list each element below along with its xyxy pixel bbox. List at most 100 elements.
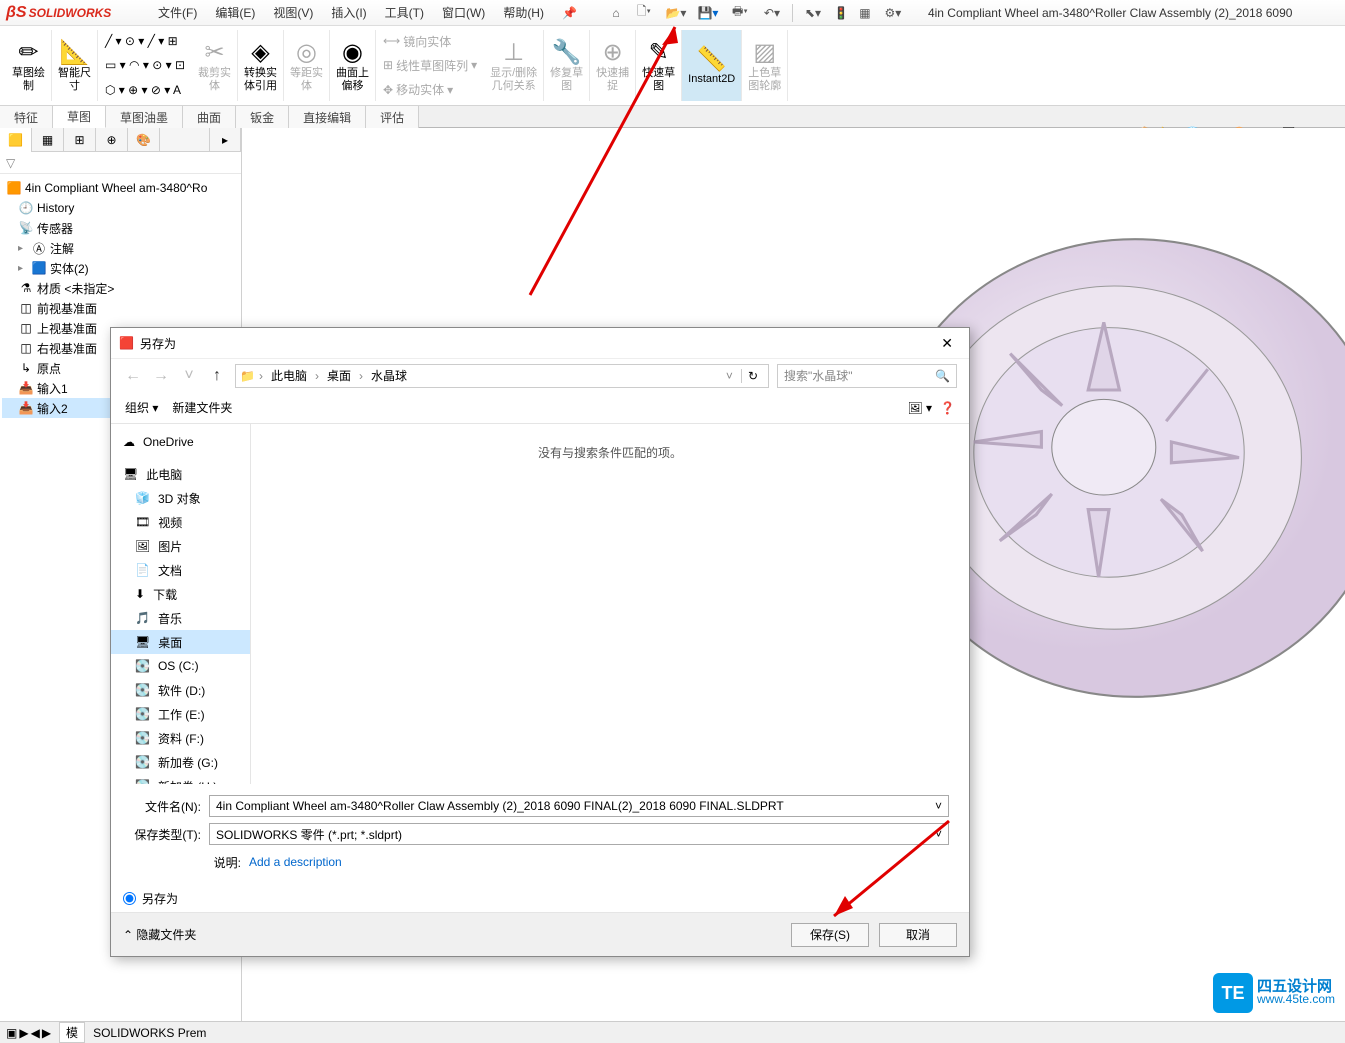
status-model[interactable]: 模 <box>59 1022 85 1043</box>
motion-icon[interactable]: ▶ <box>42 1026 51 1040</box>
folder-icon: 📁 <box>240 369 255 383</box>
crumb-pc[interactable]: 此电脑 <box>267 367 311 384</box>
view-mode-icon[interactable]: 🖼 ▾ <box>907 401 932 415</box>
undo-icon[interactable]: ↶▾ <box>757 2 787 24</box>
search-icon[interactable]: 🔍 <box>935 369 950 383</box>
menu-window[interactable]: 窗口(W) <box>434 1 493 24</box>
crumb-desktop[interactable]: 桌面 <box>323 367 355 384</box>
side-3d-objects[interactable]: 🧊3D 对象 <box>111 486 250 510</box>
new-doc-icon[interactable]: 🗋▾ <box>629 2 659 24</box>
convert-button[interactable]: ◈ 转换实 体引用 <box>238 30 284 101</box>
close-button[interactable]: ✕ <box>933 335 961 352</box>
side-data-f[interactable]: 💽资料 (F:) <box>111 726 250 750</box>
hide-folders-link[interactable]: ⌃ 隐藏文件夹 <box>123 926 196 943</box>
tab-evaluate[interactable]: 评估 <box>366 106 419 128</box>
feature-tree-tab-icon[interactable]: 🟨 <box>0 128 32 152</box>
smart-dim-button[interactable]: 📐 智能尺 寸 <box>52 30 98 101</box>
save-icon[interactable]: 💾▾ <box>693 2 723 24</box>
plane-icon: ◫ <box>18 321 34 335</box>
motion-icon[interactable]: ▣ <box>6 1026 17 1040</box>
saveas-radio[interactable] <box>123 892 136 905</box>
filter-bar[interactable]: ▽ <box>0 152 241 174</box>
breadcrumb[interactable]: 📁 › 此电脑 › 桌面 › 水晶球 ˅ ↻ <box>235 364 769 388</box>
tab-ink[interactable]: 草图油墨 <box>106 106 183 128</box>
description-link[interactable]: Add a description <box>249 855 342 869</box>
crumb-dropdown-icon[interactable]: ˅ <box>726 369 733 383</box>
tab-sketch[interactable]: 草图 <box>53 106 106 128</box>
motion-icon[interactable]: ◀ <box>31 1026 40 1040</box>
nav-up-icon[interactable]: ↑ <box>207 367 227 385</box>
side-vol-g[interactable]: 💽新加卷 (G:) <box>111 750 250 774</box>
menu-file[interactable]: 文件(F) <box>150 1 205 24</box>
search-box[interactable]: 搜索"水晶球" 🔍 <box>777 364 957 388</box>
tree-annotations[interactable]: ▸Ⓐ注解 <box>2 238 239 258</box>
side-desktop[interactable]: 🖥桌面 <box>111 630 250 654</box>
expand-icon[interactable]: ▸ <box>18 243 28 254</box>
menu-edit[interactable]: 编辑(E) <box>207 1 263 24</box>
tab-sheet-metal[interactable]: 钣金 <box>236 106 289 128</box>
organize-button[interactable]: 组织 ▾ <box>125 399 158 416</box>
rebuild-icon[interactable]: ▦ <box>854 2 876 24</box>
motion-icon[interactable]: ▶ <box>19 1026 28 1040</box>
refresh-icon[interactable]: ↻ <box>741 369 764 383</box>
side-music[interactable]: 🎵音乐 <box>111 606 250 630</box>
menu-pin-icon[interactable]: 📌 <box>554 3 585 23</box>
side-this-pc[interactable]: 🖥此电脑 <box>111 462 250 486</box>
tab-surfaces[interactable]: 曲面 <box>183 106 236 128</box>
nav-recent-icon[interactable]: ˅ <box>179 367 199 385</box>
side-work-e[interactable]: 💽工作 (E:) <box>111 702 250 726</box>
savetype-select[interactable]: SOLIDWORKS 零件 (*.prt; *.sldprt)˅ <box>209 823 949 845</box>
tree-history[interactable]: 🕘History <box>2 198 239 218</box>
tree-sensors[interactable]: 📡传感器 <box>2 218 239 238</box>
dropdown-icon[interactable]: ˅ <box>935 827 942 841</box>
file-list-area[interactable]: 没有与搜索条件匹配的项。 <box>251 424 969 784</box>
tree-material[interactable]: ⚗材质 <未指定> <box>2 278 239 298</box>
help-icon[interactable]: ❓ <box>940 401 955 415</box>
dim-tab-icon[interactable]: ⊕ <box>96 128 128 152</box>
panel-expand-icon[interactable]: ▸ <box>209 128 241 152</box>
offset-surface-button[interactable]: ◉ 曲面上 偏移 <box>330 30 376 101</box>
nav-back-icon[interactable]: ← <box>123 367 143 385</box>
side-videos[interactable]: 🎞视频 <box>111 510 250 534</box>
crumb-folder[interactable]: 水晶球 <box>367 367 411 384</box>
radio-saveas[interactable]: 另存为 <box>123 888 957 908</box>
tree-solid-bodies[interactable]: ▸🟦实体(2) <box>2 258 239 278</box>
menu-tools[interactable]: 工具(T) <box>377 1 432 24</box>
save-button[interactable]: 保存(S) <box>791 923 869 947</box>
tree-front-plane[interactable]: ◫前视基准面 <box>2 298 239 318</box>
sketch-draw-button[interactable]: ✏ 草图绘 制 <box>6 30 52 101</box>
line-tool[interactable]: ╱ ▾ ⊙ ▾ ╱ ▾ ⊞ <box>102 30 188 52</box>
side-os-c[interactable]: 💽OS (C:) <box>111 654 250 678</box>
traffic-light-icon[interactable]: 🚦 <box>830 2 852 24</box>
tab-features[interactable]: 特征 <box>0 106 53 128</box>
rect-tool[interactable]: ▭ ▾ ◠ ▾ ⊙ ▾ ⊡ <box>102 54 188 76</box>
new-folder-button[interactable]: 新建文件夹 <box>172 399 232 416</box>
side-onedrive[interactable]: ☁OneDrive <box>111 430 250 454</box>
menu-insert[interactable]: 插入(I) <box>323 1 374 24</box>
open-doc-icon[interactable]: 📂▾ <box>661 2 691 24</box>
config-tab-icon[interactable]: ⊞ <box>64 128 96 152</box>
tab-direct-edit[interactable]: 直接编辑 <box>289 106 366 128</box>
instant2d-button[interactable]: 📏 Instant2D <box>682 30 742 101</box>
print-icon[interactable]: 🖶▾ <box>725 2 755 24</box>
options-icon[interactable]: ⚙▾ <box>878 2 908 24</box>
quick-sketch-button[interactable]: ✎ 快速草 图 <box>636 30 682 101</box>
expand-icon[interactable]: ▸ <box>18 263 28 274</box>
side-vol-h[interactable]: 💽新加卷 (H:) <box>111 774 250 784</box>
side-pictures[interactable]: 🖼图片 <box>111 534 250 558</box>
repair-label: 修复草 图 <box>550 67 583 93</box>
home-icon[interactable]: ⌂ <box>605 2 627 24</box>
side-documents[interactable]: 📄文档 <box>111 558 250 582</box>
menu-help[interactable]: 帮助(H) <box>495 1 552 24</box>
side-downloads[interactable]: ⬇下载 <box>111 582 250 606</box>
menu-view[interactable]: 视图(V) <box>265 1 321 24</box>
filename-input[interactable]: 4in Compliant Wheel am-3480^Roller Claw … <box>209 795 949 817</box>
tree-root[interactable]: 🟧4in Compliant Wheel am-3480^Ro <box>2 178 239 198</box>
poly-tool[interactable]: ⬡ ▾ ⊕ ▾ ⊘ ▾ A <box>102 79 188 101</box>
display-tab-icon[interactable]: 🎨 <box>128 128 160 152</box>
side-soft-d[interactable]: 💽软件 (D:) <box>111 678 250 702</box>
dropdown-icon[interactable]: ˅ <box>935 799 942 813</box>
property-tab-icon[interactable]: ▦ <box>32 128 64 152</box>
cancel-button[interactable]: 取消 <box>879 923 957 947</box>
select-icon[interactable]: ⬉▾ <box>798 2 828 24</box>
